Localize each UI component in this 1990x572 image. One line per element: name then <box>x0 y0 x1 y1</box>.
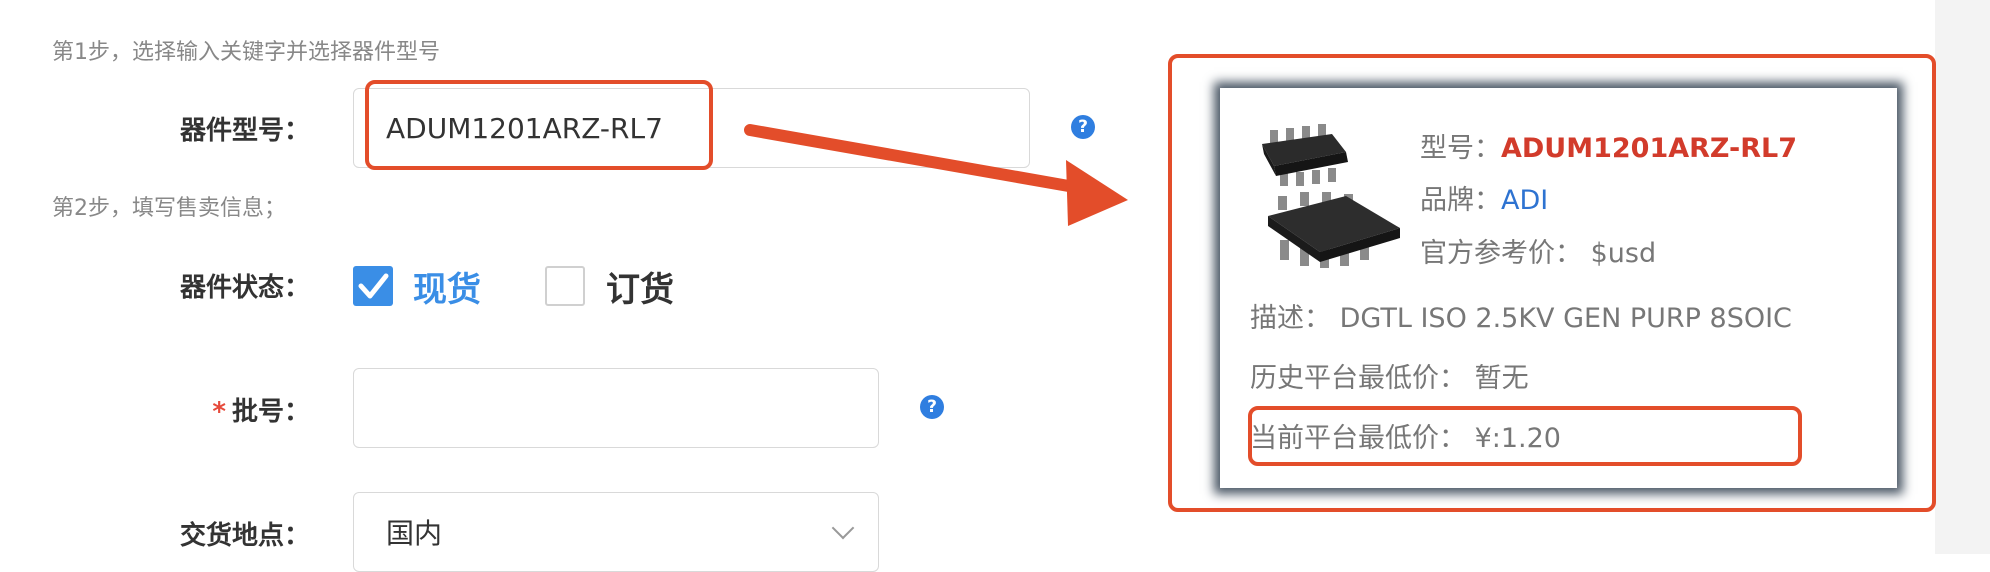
card-model-value: ADUM1201ARZ-RL7 <box>1501 133 1798 164</box>
card-brand-row: 品牌：ADI <box>1420 178 1548 217</box>
card-desc-row: 描述： DGTL ISO 2.5KV GEN PURP 8SOIC <box>1250 296 1792 335</box>
card-hist-low-label: 历史平台最低价： <box>1250 363 1466 394</box>
card-model-label: 型号： <box>1420 133 1501 164</box>
card-desc-label: 描述： <box>1250 303 1331 334</box>
card-ref-price-row: 官方参考价： $usd <box>1420 231 1656 270</box>
chip-image <box>1262 124 1400 268</box>
card-model-row: 型号：ADUM1201ARZ-RL7 <box>1420 126 1797 165</box>
card-brand-label: 品牌： <box>1420 185 1501 216</box>
card-hist-low-row: 历史平台最低价： 暂无 <box>1250 356 1529 395</box>
card-desc-value: DGTL ISO 2.5KV GEN PURP 8SOIC <box>1339 303 1792 334</box>
current-price-highlight-box <box>1248 406 1802 466</box>
card-ref-price-value: $usd <box>1590 238 1657 269</box>
card-brand-value[interactable]: ADI <box>1501 185 1548 216</box>
card-ref-price-label: 官方参考价： <box>1420 238 1582 269</box>
card-hist-low-value: 暂无 <box>1474 363 1529 394</box>
